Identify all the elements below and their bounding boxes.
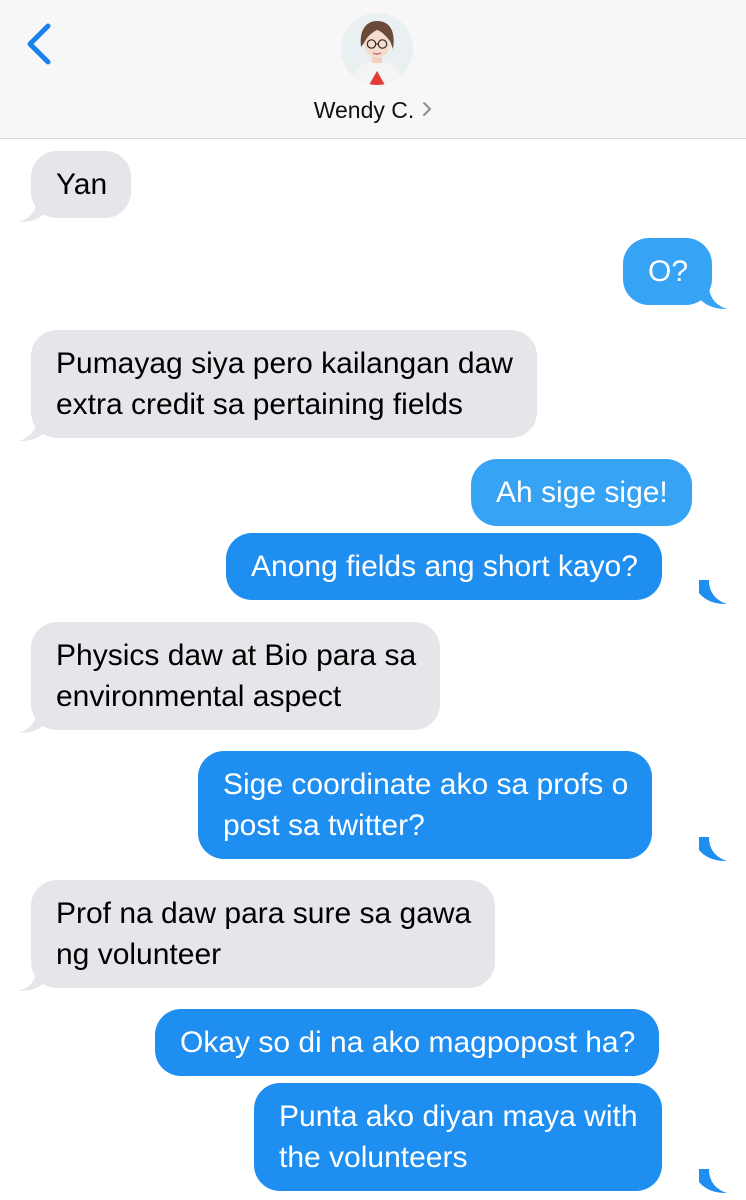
contact-name: Wendy C.: [313, 97, 415, 123]
message-incoming[interactable]: Physics daw at Bio para sa environmental…: [31, 622, 441, 730]
bubble-tail: [699, 580, 727, 604]
contact-name-button[interactable]: Wendy C.: [0, 96, 746, 124]
message-outgoing[interactable]: Punta ako diyan maya with the volunteers: [254, 1083, 662, 1191]
message-incoming[interactable]: Pumayag siya pero kailangan daw extra cr…: [31, 330, 537, 438]
message-outgoing[interactable]: Okay so di na ako magpopost ha?: [155, 1009, 660, 1076]
back-button[interactable]: [22, 22, 56, 66]
message-incoming[interactable]: Yan: [31, 151, 132, 218]
message-outgoing[interactable]: Ah sige sige!: [471, 459, 692, 526]
chevron-left-icon: [27, 23, 51, 65]
message-incoming[interactable]: Prof na daw para sure sa gawa ng volunte…: [31, 880, 496, 988]
message-thread[interactable]: Yan O? Pumayag siya pero kailangan daw e…: [0, 139, 746, 1200]
chevron-right-icon: [422, 96, 432, 123]
message-outgoing[interactable]: Anong fields ang short kayo?: [226, 533, 662, 600]
bubble-tail: [699, 837, 727, 861]
conversation-header: Wendy C.: [0, 0, 746, 139]
message-outgoing[interactable]: Sige coordinate ako sa profs o post sa t…: [198, 751, 653, 859]
avatar[interactable]: [341, 13, 413, 85]
bubble-tail: [699, 1169, 727, 1193]
message-outgoing[interactable]: O?: [623, 238, 713, 305]
